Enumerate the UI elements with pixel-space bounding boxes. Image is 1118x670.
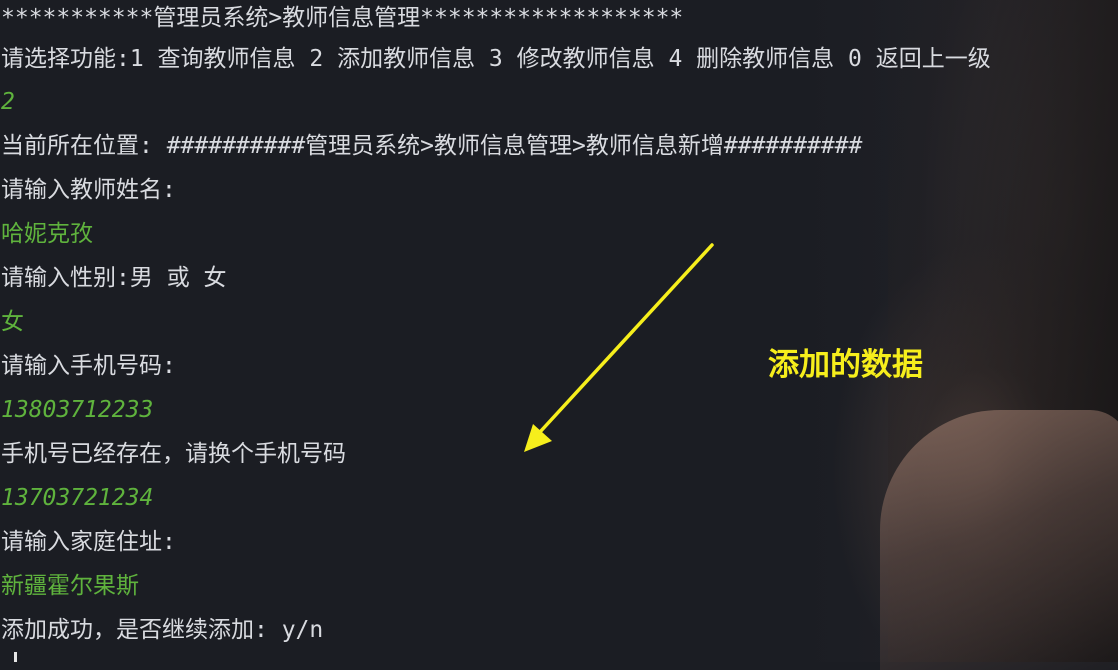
annotation-arrow-icon [524, 243, 714, 452]
annotation-label: 添加的数据 [768, 347, 923, 383]
